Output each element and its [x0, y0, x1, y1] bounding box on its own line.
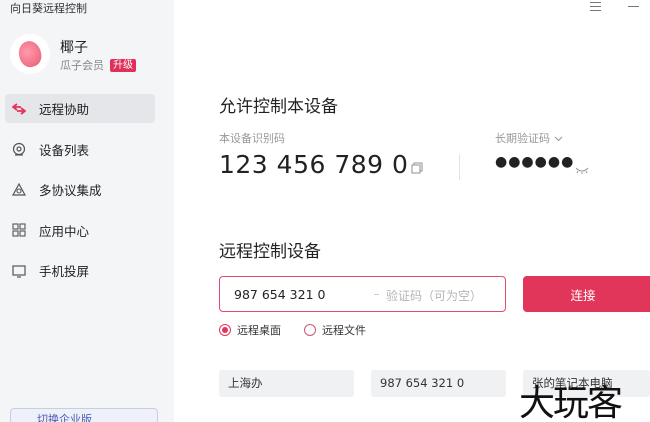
- separator: [374, 294, 379, 295]
- protocol-icon: [11, 182, 27, 198]
- sidebar-item-label: 远程协助: [39, 102, 90, 117]
- user-name: 椰子: [60, 40, 88, 56]
- device-id-value: 123 456 789 0: [219, 150, 409, 179]
- allow-control-title: 允许控制本设备: [219, 97, 338, 117]
- mode-desktop-label: 远程桌面: [237, 324, 281, 337]
- divider: [459, 154, 460, 180]
- sidebar-item-protocol[interactable]: 多协议集成: [5, 175, 155, 204]
- app-center-icon: [11, 222, 27, 238]
- long-term-code-label: 长期验证码: [495, 132, 550, 145]
- sidebar-item-label: 应用中心: [39, 223, 90, 239]
- window-controls: [590, 0, 650, 16]
- avatar[interactable]: [10, 34, 50, 74]
- history-item[interactable]: 987 654 321 0: [371, 370, 506, 397]
- connect-button[interactable]: 连接: [523, 276, 650, 312]
- partner-id-field[interactable]: 987 654 321 0: [234, 287, 325, 302]
- membership-row: 瓜子会员 升级: [60, 57, 136, 73]
- radio-checked-icon: [219, 324, 231, 336]
- watermark: 大玩客: [519, 383, 623, 422]
- minimize-icon[interactable]: [628, 6, 639, 7]
- remote-assist-icon: [11, 101, 27, 117]
- menu-icon[interactable]: [590, 2, 601, 11]
- sidebar-nav: 远程协助 设备列表 多协议集成 应用中心 手机投屏: [5, 94, 155, 297]
- device-list-icon: [11, 141, 27, 157]
- verification-code-field[interactable]: 验证码（可为空）: [386, 287, 482, 304]
- upgrade-badge[interactable]: 升级: [110, 58, 136, 72]
- app-title: 向日葵远程控制: [10, 2, 87, 15]
- switch-enterprise-button[interactable]: 切换企业版: [10, 408, 158, 422]
- screen-cast-icon: [11, 263, 27, 279]
- mode-desktop-radio[interactable]: 远程桌面: [219, 322, 281, 338]
- chevron-down-icon: [554, 132, 563, 145]
- copy-icon[interactable]: [411, 159, 423, 178]
- sidebar-item-app-center[interactable]: 应用中心: [5, 216, 155, 245]
- radio-unchecked-icon: [304, 324, 316, 336]
- mode-file-radio[interactable]: 远程文件: [304, 322, 366, 338]
- remote-control-title: 远程控制设备: [219, 242, 321, 262]
- sidebar-item-label: 多协议集成: [39, 183, 102, 199]
- sidebar-item-remote-assist[interactable]: 远程协助: [5, 94, 155, 123]
- sidebar-item-label: 手机投屏: [39, 264, 90, 280]
- sidebar-item-label: 设备列表: [39, 142, 90, 158]
- eye-closed-icon[interactable]: [575, 160, 589, 179]
- history-item[interactable]: 上海办: [219, 370, 354, 397]
- membership-label: 瓜子会员: [60, 59, 104, 72]
- remote-device-input[interactable]: 987 654 321 0 验证码（可为空）: [219, 276, 506, 312]
- sidebar-item-device-list[interactable]: 设备列表: [5, 135, 155, 164]
- device-id-label: 本设备识别码: [219, 132, 285, 145]
- long-term-code-dropdown[interactable]: 长期验证码: [495, 130, 563, 146]
- verification-code-masked: ●●●●●●: [495, 154, 575, 170]
- sidebar: 向日葵远程控制 椰子 瓜子会员 升级 远程协助 设备列表 多协议集成 应用中心 …: [0, 0, 174, 422]
- sidebar-item-screen-cast[interactable]: 手机投屏: [5, 256, 155, 285]
- mode-file-label: 远程文件: [322, 324, 366, 337]
